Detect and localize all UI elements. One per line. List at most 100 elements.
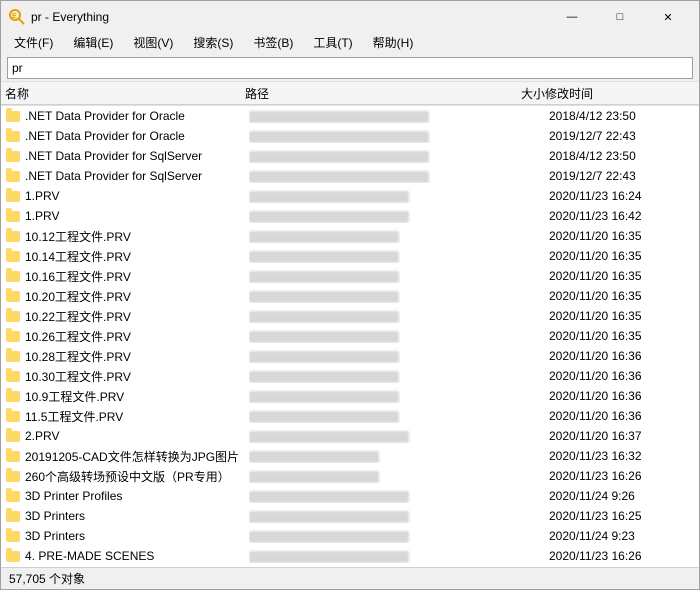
row-name: 1.PRV bbox=[25, 189, 249, 203]
menu-item-e[interactable]: 编辑(E) bbox=[64, 31, 122, 54]
row-path bbox=[249, 269, 479, 283]
row-modified: 2020/11/20 16:35 bbox=[549, 329, 679, 343]
table-row[interactable]: 10.16工程文件.PRV2020/11/20 16:35 bbox=[1, 266, 699, 286]
minimize-button[interactable]: — bbox=[549, 6, 595, 28]
row-path bbox=[249, 309, 479, 323]
col-header-name[interactable]: 名称 bbox=[5, 85, 245, 102]
table-row[interactable]: 10.14工程文件.PRV2020/11/20 16:35 bbox=[1, 246, 699, 266]
row-name: 10.9工程文件.PRV bbox=[25, 388, 249, 405]
table-row[interactable]: 10.30工程文件.PRV2020/11/20 16:36 bbox=[1, 366, 699, 386]
row-path bbox=[249, 349, 479, 363]
row-name: 3D Printers bbox=[25, 529, 249, 543]
row-path bbox=[249, 229, 479, 243]
table-row[interactable]: 3D Printers 2020/11/24 9:23 bbox=[1, 526, 699, 546]
row-name: .NET Data Provider for SqlServer bbox=[25, 149, 249, 163]
table-row[interactable]: .NET Data Provider for Oracle 2019/12/7 2… bbox=[1, 126, 699, 146]
menu-item-v[interactable]: 视图(V) bbox=[124, 31, 182, 54]
folder-icon bbox=[5, 228, 21, 244]
row-modified: 2020/11/24 9:23 bbox=[549, 529, 679, 543]
row-path bbox=[249, 149, 479, 163]
table-row[interactable]: 260个高级转场预设中文版（PR专用）2020/11/23 16:26 bbox=[1, 466, 699, 486]
folder-icon bbox=[5, 168, 21, 184]
table-row[interactable]: 10.26工程文件.PRV2020/11/20 16:35 bbox=[1, 326, 699, 346]
folder-icon bbox=[5, 108, 21, 124]
title-bar-controls: — □ ✕ bbox=[549, 6, 691, 28]
title-bar-left: E pr - Everything bbox=[9, 9, 109, 25]
row-modified: 2020/11/20 16:35 bbox=[549, 289, 679, 303]
table-row[interactable]: 10.12工程文件.PRV 2020/11/20 16:35 bbox=[1, 226, 699, 246]
row-path bbox=[249, 189, 479, 203]
table-row[interactable]: 3D Printer Profiles2020/11/24 9:26 bbox=[1, 486, 699, 506]
table-row[interactable]: .NET Data Provider for SqlServer2019/12/… bbox=[1, 166, 699, 186]
table-row[interactable]: 11.5工程文件.PRV2020/11/20 16:36 bbox=[1, 406, 699, 426]
row-path bbox=[249, 469, 479, 483]
row-name: 10.12工程文件.PRV bbox=[25, 228, 249, 245]
row-path bbox=[249, 369, 479, 383]
row-modified: 2020/11/23 16:32 bbox=[549, 449, 679, 463]
row-path bbox=[249, 449, 479, 463]
folder-icon bbox=[5, 328, 21, 344]
folder-icon bbox=[5, 468, 21, 484]
status-bar: 57,705 个对象 bbox=[1, 567, 699, 589]
row-path bbox=[249, 209, 479, 223]
menu-item-b[interactable]: 书签(B) bbox=[244, 31, 302, 54]
table-row[interactable]: 10.20工程文件.PRV 2020/11/20 16:35 bbox=[1, 286, 699, 306]
row-name: 2.PRV bbox=[25, 429, 249, 443]
row-modified: 2020/11/20 16:36 bbox=[549, 349, 679, 363]
folder-icon bbox=[5, 288, 21, 304]
app-icon: E bbox=[9, 9, 25, 25]
folder-icon bbox=[5, 388, 21, 404]
row-path bbox=[249, 109, 479, 123]
row-name: 10.22工程文件.PRV bbox=[25, 308, 249, 325]
table-row[interactable]: 10.9工程文件.PRV 2020/11/20 16:36 bbox=[1, 386, 699, 406]
close-button[interactable]: ✕ bbox=[645, 6, 691, 28]
col-header-path[interactable]: 路径 bbox=[245, 85, 475, 102]
row-name: .NET Data Provider for Oracle bbox=[25, 129, 249, 143]
table-row[interactable]: 1.PRV2020/11/23 16:24 bbox=[1, 186, 699, 206]
row-modified: 2020/11/23 16:26 bbox=[549, 549, 679, 563]
search-input[interactable] bbox=[7, 57, 693, 79]
menu-item-t[interactable]: 工具(T) bbox=[304, 31, 361, 54]
row-path bbox=[249, 429, 479, 443]
menu-item-s[interactable]: 搜索(S) bbox=[184, 31, 242, 54]
table-row[interactable]: .NET Data Provider for SqlServer 2018/4/1… bbox=[1, 146, 699, 166]
row-modified: 2020/11/20 16:35 bbox=[549, 229, 679, 243]
row-modified: 2020/11/20 16:36 bbox=[549, 389, 679, 403]
table-row[interactable]: 3D Printers2020/11/23 16:25 bbox=[1, 506, 699, 526]
results-area[interactable]: .NET Data Provider for Oracle 2018/4/12 2… bbox=[1, 105, 699, 585]
row-modified: 2020/11/24 9:26 bbox=[549, 489, 679, 503]
row-name: 10.30工程文件.PRV bbox=[25, 368, 249, 385]
row-name: 3D Printers bbox=[25, 509, 249, 523]
table-row[interactable]: 10.28工程文件.PRV2020/11/20 16:36 bbox=[1, 346, 699, 366]
table-row[interactable]: 2.PRV2020/11/20 16:37 bbox=[1, 426, 699, 446]
row-path bbox=[249, 529, 479, 543]
row-path bbox=[249, 549, 479, 563]
row-name: .NET Data Provider for SqlServer bbox=[25, 169, 249, 183]
menu-item-h[interactable]: 帮助(H) bbox=[364, 31, 423, 54]
col-header-size[interactable]: 大小 bbox=[475, 85, 545, 102]
maximize-button[interactable]: □ bbox=[597, 6, 643, 28]
window-title: pr - Everything bbox=[31, 10, 109, 24]
table-row[interactable]: 10.22工程文件.PRV2020/11/20 16:35 bbox=[1, 306, 699, 326]
folder-icon bbox=[5, 188, 21, 204]
folder-icon bbox=[5, 308, 21, 324]
table-row[interactable]: .NET Data Provider for Oracle2018/4/12 2… bbox=[1, 106, 699, 126]
row-name: 10.14工程文件.PRV bbox=[25, 248, 249, 265]
table-row[interactable]: 20191205-CAD文件怎样转换为JPG图片2020/11/23 16:32 bbox=[1, 446, 699, 466]
column-headers: 名称 路径 大小 修改时间 bbox=[1, 81, 699, 105]
row-path bbox=[249, 409, 479, 423]
menu-item-f[interactable]: 文件(F) bbox=[5, 31, 62, 54]
table-row[interactable]: 1.PRV2020/11/23 16:42 bbox=[1, 206, 699, 226]
table-row[interactable]: 4. PRE-MADE SCENES2020/11/23 16:26 bbox=[1, 546, 699, 566]
search-bar bbox=[1, 53, 699, 81]
folder-icon bbox=[5, 508, 21, 524]
row-name: .NET Data Provider for Oracle bbox=[25, 109, 249, 123]
row-name: 10.20工程文件.PRV bbox=[25, 288, 249, 305]
row-modified: 2018/4/12 23:50 bbox=[549, 149, 679, 163]
folder-icon bbox=[5, 408, 21, 424]
col-header-modified[interactable]: 修改时间 bbox=[545, 85, 675, 102]
status-count: 57,705 个对象 bbox=[9, 570, 85, 587]
folder-icon bbox=[5, 128, 21, 144]
row-modified: 2020/11/20 16:35 bbox=[549, 269, 679, 283]
row-modified: 2019/12/7 22:43 bbox=[549, 129, 679, 143]
